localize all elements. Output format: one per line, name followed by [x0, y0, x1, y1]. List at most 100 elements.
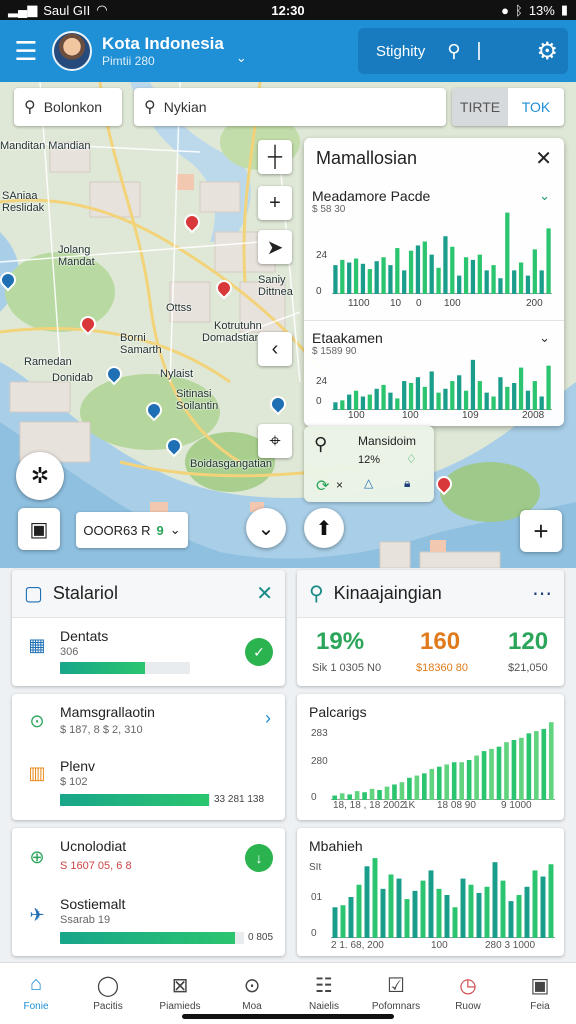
place-search-value: Bolonkon: [43, 99, 103, 115]
clock: 12:30: [271, 2, 305, 18]
chevron-down-icon: ⌄: [169, 522, 181, 537]
chart-bar: [452, 907, 458, 938]
search-icon[interactable]: ⚲: [309, 581, 324, 606]
tick-label: 100: [402, 410, 419, 421]
chart-bar: [339, 793, 345, 800]
tick-label: 24: [316, 250, 328, 261]
list-item[interactable]: ✈ Sostiemalt Ssarab 19 0 805: [12, 894, 285, 952]
lock-icon[interactable]: 🔒︎: [404, 476, 410, 491]
search-icon[interactable]: ⚲: [314, 434, 327, 455]
view-toggle: TIRTE TOK: [452, 88, 564, 126]
zoom-in-icon[interactable]: +: [258, 186, 292, 220]
close-icon[interactable]: ×: [336, 478, 343, 492]
chart-bar: [429, 371, 434, 410]
filter-chip[interactable]: OOOR63 R 9 ⌄: [76, 512, 188, 548]
chart-bar: [415, 377, 421, 410]
chart-bar: [348, 897, 354, 938]
list-item[interactable]: ▦ Dentats 306 ✓: [12, 626, 285, 682]
chart-bar: [443, 388, 448, 410]
row-sub: $ 187, 8 $ 2, 310: [60, 724, 143, 736]
chart-card: Mbahieh SIt 01 0 2 1. 68, 200 100 280 3 …: [297, 828, 564, 956]
close-icon[interactable]: ✕: [535, 146, 552, 171]
zoom-in-icon[interactable]: +: [520, 510, 562, 552]
row-title: Plenv: [60, 758, 96, 774]
gear-icon[interactable]: ⚙: [536, 37, 558, 66]
stat-sub: $21,050: [508, 662, 548, 674]
place-search-input[interactable]: ⚲ Bolonkon: [14, 88, 122, 126]
chart-bar: [332, 907, 338, 938]
filter-flag: 9: [156, 522, 164, 538]
stat-sub: $18360 80: [416, 662, 468, 674]
avatar[interactable]: [52, 31, 92, 71]
triangle-icon[interactable]: △: [364, 476, 373, 490]
calendar-icon: ▦: [28, 634, 46, 655]
list-item[interactable]: ▥ Plenv $ 102 33 281 138: [12, 756, 285, 816]
card-title: Stalariol: [52, 583, 118, 603]
nav-label: Pofomnars: [371, 1001, 421, 1012]
chart-bar: [340, 905, 346, 938]
navigate-icon[interactable]: ➤: [258, 230, 292, 264]
app-title-group: Kota Indonesia Pimtii 280: [102, 34, 224, 68]
nav-item-home[interactable]: ⌂ Fonie: [0, 963, 72, 1024]
chart-bar: [470, 359, 476, 410]
chart-bar: [396, 878, 402, 938]
chevron-down-icon[interactable]: ⌄: [246, 508, 286, 548]
row-sub: $ 102: [60, 776, 88, 788]
list-item[interactable]: ⊕ Ucnolodiat S 1607 05, 6 8 ↓: [12, 836, 285, 886]
check-icon[interactable]: ✓: [245, 638, 273, 666]
chart-plot: [331, 858, 555, 938]
toggle-option-on[interactable]: TOK: [508, 88, 564, 126]
chart-bar: [463, 390, 469, 410]
check-icon: ☑: [387, 975, 405, 997]
app-subtitle: Pimtii 280: [102, 54, 155, 68]
map-search-input[interactable]: ⚲ Nykian: [134, 88, 446, 126]
nav-item-profile[interactable]: ▣ Feia: [504, 963, 576, 1024]
chart-bar: [516, 894, 522, 938]
chart-bar: [474, 755, 479, 800]
nav-item-chat[interactable]: ◯ Pacitis: [72, 963, 144, 1024]
chevron-down-icon[interactable]: ⌄: [539, 188, 550, 204]
map-label: Donidab: [52, 372, 93, 384]
layers-icon[interactable]: ✲: [16, 452, 64, 500]
progress-fill: [60, 794, 209, 806]
search-icon[interactable]: ⚲: [447, 41, 460, 62]
rotate-icon[interactable]: ⟳: [316, 476, 329, 496]
chevron-right-icon[interactable]: ›: [265, 708, 271, 729]
chart-bar: [526, 733, 532, 800]
chart-bar: [450, 381, 455, 410]
close-icon[interactable]: ✕: [256, 581, 273, 606]
collapse-icon[interactable]: ‹: [258, 332, 292, 366]
map-search-value: Nykian: [163, 99, 207, 115]
row-title: Dentats: [60, 628, 109, 644]
chart-card: Palcarigs 283 280 0 18, 18 , 18 2002 1K …: [297, 694, 564, 820]
divider: [478, 42, 481, 60]
toggle-option-off[interactable]: TIRTE: [452, 88, 508, 126]
chart-bar: [436, 267, 441, 294]
chart-bar: [333, 265, 338, 294]
caret-icon[interactable]: ⌄: [236, 50, 247, 66]
crosshair-icon[interactable]: ┼: [258, 140, 292, 174]
chart-bar: [395, 398, 400, 410]
map-label: Nylaist: [160, 368, 194, 380]
download-icon[interactable]: ↓: [245, 844, 273, 872]
arrow-up-icon[interactable]: ⬆: [304, 508, 344, 548]
chart-bar: [539, 396, 544, 410]
stats-card: ▢ Stalariol ✕ ▦ Dentats 306 ✓: [12, 570, 285, 686]
info-minicard[interactable]: ⚲ Mansidoim 12% ♢ ⟳ × △ 🔒︎: [304, 426, 434, 502]
map-type-icon[interactable]: ▣: [18, 508, 60, 550]
tick-label: 2008: [522, 410, 545, 421]
more-icon[interactable]: ⋯: [532, 581, 552, 606]
tag-icon: ♢: [406, 452, 417, 466]
chart-bar: [377, 790, 382, 800]
chart-bar: [402, 381, 407, 410]
menu-icon[interactable]: ☰: [0, 20, 52, 82]
nav-item-clock[interactable]: ◷ Ruow: [432, 963, 504, 1024]
list-item[interactable]: ⊙ Mamsgrallaotin $ 187, 8 $ 2, 310 ›: [12, 702, 285, 752]
chart-bar: [546, 365, 551, 410]
chart-bar: [384, 786, 390, 800]
tick-label: 0: [316, 286, 322, 297]
action-label[interactable]: Stighity: [376, 43, 425, 60]
chevron-down-icon[interactable]: ⌄: [539, 330, 550, 346]
tick-label: 18 08 90: [437, 800, 476, 811]
locate-icon[interactable]: ⌖: [258, 424, 292, 458]
